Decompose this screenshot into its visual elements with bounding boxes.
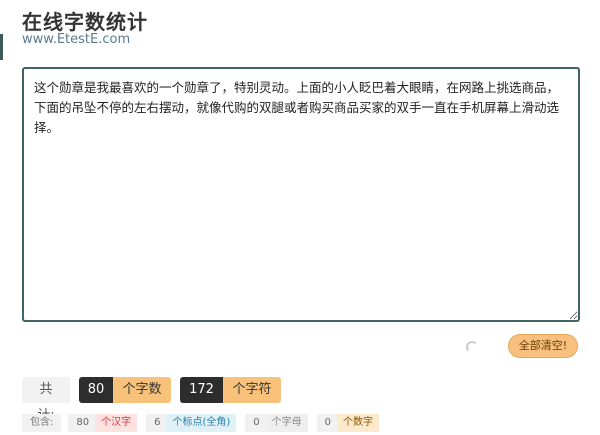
chinese-char-chip: 80 个汉字 — [68, 414, 138, 432]
page-title: 在线字数统计 — [22, 10, 148, 34]
site-url: www.EtestE.com — [22, 32, 131, 47]
chip-label: 个标点(全角) — [166, 414, 237, 432]
detail-breakdown: 包含: 80 个汉字 6 个标点(全角) 0 个字母 0 个数字 — [22, 414, 388, 432]
char-count-value: 172 — [180, 377, 223, 403]
letter-chip: 0 个字母 — [245, 414, 308, 432]
accent-bar — [0, 34, 3, 60]
chip-count: 80 — [76, 417, 90, 428]
digit-chip: 0 个数字 — [316, 414, 380, 432]
punctuation-chip: 6 个标点(全角) — [146, 414, 237, 432]
char-count-group: 172 个字符 — [180, 377, 281, 403]
detail-prefix: 包含: — [22, 414, 62, 432]
word-count-value: 80 — [79, 377, 113, 403]
word-count-group: 80 个字数 — [79, 377, 171, 403]
chip-label: 个数字 — [337, 414, 380, 432]
chip-count: 0 — [253, 417, 260, 428]
clear-all-button[interactable]: 全部清空! — [508, 334, 578, 358]
loading-spinner-icon — [466, 341, 478, 353]
total-label: 共计: — [22, 377, 70, 423]
total-summary: 共计: 80 个字数 172 个字符 — [22, 377, 281, 423]
word-count-label: 个字数 — [113, 377, 171, 403]
chip-count: 6 — [154, 417, 161, 428]
chip-label: 个字母 — [265, 414, 308, 432]
text-input-area[interactable] — [22, 67, 580, 322]
chip-count: 0 — [324, 417, 332, 428]
chip-label: 个汉字 — [95, 414, 138, 432]
char-count-label: 个字符 — [223, 377, 281, 403]
